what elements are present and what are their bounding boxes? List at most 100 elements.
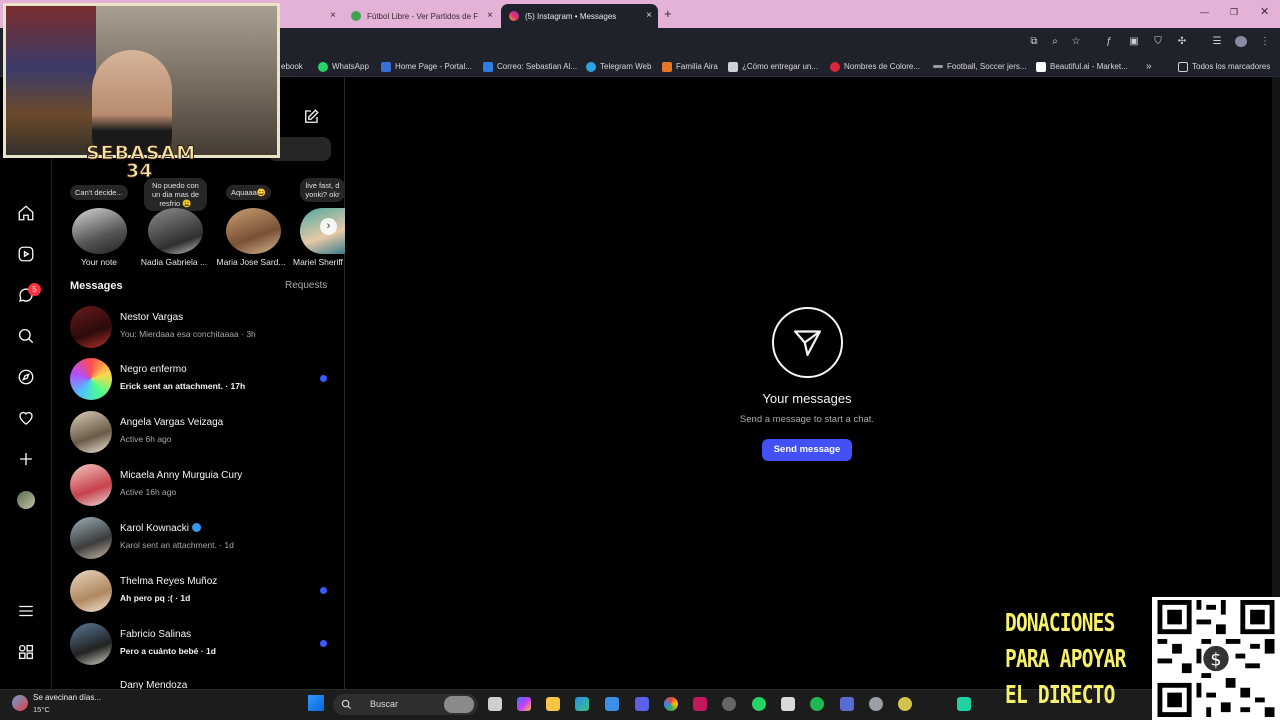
shield-icon[interactable]: ⛉ [1152, 36, 1164, 47]
requests-link[interactable]: Requests [285, 280, 327, 291]
explore-icon[interactable] [17, 368, 35, 386]
close-tab-icon[interactable]: × [646, 10, 652, 21]
tab-label: (5) Instagram • Messages [525, 11, 617, 21]
close-tab-icon[interactable]: × [487, 10, 493, 21]
bookshelf-image [6, 6, 96, 155]
search-icon [341, 699, 352, 710]
bookmark-item[interactable]: Football, Soccer jers... [933, 60, 1027, 73]
browser-tab-instagram[interactable]: (5) Instagram • Messages × [501, 4, 658, 28]
all-bookmarks[interactable]: Todos los marcadores [1178, 60, 1270, 73]
note-avatar[interactable] [72, 208, 127, 254]
folder-icon [1178, 61, 1188, 72]
maximize-icon[interactable]: ❐ [1230, 7, 1238, 18]
whatsapp-icon [318, 61, 328, 72]
doc-icon [728, 61, 738, 72]
profile-avatar[interactable] [17, 491, 35, 509]
extension-f-icon[interactable]: ƒ [1103, 36, 1115, 47]
conversation-preview: You: Mierdaaa esa conchitaaaa · 3h [120, 329, 256, 339]
portal-icon [381, 61, 391, 72]
send-circle [772, 307, 843, 378]
minimize-icon[interactable]: — [1200, 7, 1209, 17]
avatar [70, 358, 112, 400]
note-avatar[interactable] [226, 208, 281, 254]
bookmark-item[interactable]: Correo: Sebastian Al... [483, 60, 577, 73]
new-message-icon[interactable] [302, 108, 320, 126]
zoom-icon[interactable]: ⌕ [1049, 36, 1061, 47]
conversation-name: Angela Vargas Veizaga [120, 417, 224, 428]
profile-avatar-icon[interactable] [1235, 36, 1247, 47]
app-icon[interactable] [957, 697, 971, 711]
conversation-preview: Karol sent an attachment. · 1d [120, 540, 234, 550]
bookmark-star-icon[interactable]: ☆ [1070, 36, 1082, 47]
conversation-item[interactable]: Dany Mendoza [70, 676, 340, 689]
conversation-item[interactable]: Angela Vargas Veizaga Active 6h ago [70, 411, 340, 457]
home-icon[interactable] [17, 204, 35, 222]
donation-banner: DONACIONES PARA APOYAR EL DIRECTO [1005, 605, 1126, 713]
whatsapp-icon[interactable] [752, 697, 766, 711]
notification-badge: 5 [28, 283, 41, 296]
app-icon[interactable] [693, 697, 707, 711]
browser-tab-futbol[interactable]: Fútbol Libre - Ver Partidos de F × [343, 4, 499, 28]
extension-box-icon[interactable]: ▣ [1128, 36, 1140, 47]
install-app-icon[interactable]: ⧉ [1028, 36, 1040, 47]
conversation-item[interactable]: Negro enfermo Erick sent an attachment. … [70, 358, 340, 404]
note-name: Your note [80, 257, 118, 267]
conversation-item[interactable]: Karol Kownacki Karol sent an attachment.… [70, 517, 340, 563]
store-icon[interactable] [605, 697, 619, 711]
weather-icon[interactable] [12, 695, 28, 711]
sidebar-icon[interactable]: ☰ [1211, 36, 1223, 47]
app-icon[interactable] [898, 697, 912, 711]
close-window-icon[interactable]: ✕ [1260, 5, 1269, 18]
menu-kebab-icon[interactable]: ⋮ [1259, 36, 1271, 47]
bookmark-item[interactable]: Home Page - Portal... [381, 60, 472, 73]
browser-tab-partial[interactable]: × [280, 4, 342, 28]
threads-apps-icon[interactable] [17, 643, 35, 661]
taskbar-search[interactable]: Buscar [333, 694, 478, 715]
bookmark-item[interactable]: ¿Cómo entregar un... [728, 60, 818, 73]
donation-line: PARA APOYAR [1005, 644, 1126, 673]
note-avatar[interactable] [148, 208, 203, 254]
speedometer-icon[interactable] [869, 697, 883, 711]
conversation-item[interactable]: Fabricio Salinas Pero a cuánto bebé · 1d [70, 623, 340, 669]
puzzle-icon[interactable]: ✣ [1176, 36, 1188, 47]
file-explorer-icon[interactable] [546, 697, 560, 711]
copilot-icon[interactable] [517, 697, 531, 711]
settings-icon[interactable] [722, 697, 736, 711]
start-windows-icon[interactable] [308, 695, 324, 711]
heart-icon[interactable] [17, 409, 35, 427]
create-plus-icon[interactable] [17, 450, 35, 468]
bookmark-item[interactable]: Telegram Web [586, 60, 651, 73]
chat-area [345, 77, 1272, 689]
conversation-item[interactable]: Micaela Anny Murguia Cury Active 16h ago [70, 464, 340, 510]
new-tab-button[interactable]: + [664, 6, 672, 21]
bookmark-item[interactable]: Familia Aira [662, 60, 718, 73]
close-tab-icon[interactable]: × [330, 10, 336, 21]
discord-icon[interactable] [635, 697, 649, 711]
spotify-icon[interactable] [810, 697, 824, 711]
dash-icon [933, 65, 943, 68]
reels-icon[interactable] [17, 245, 35, 263]
bookmark-item[interactable]: Beautiful.ai - Market... [1036, 60, 1128, 73]
send-message-button[interactable]: Send message [762, 439, 852, 461]
conversation-name: Nestor Vargas [120, 312, 184, 323]
conversation-preview: Active 16h ago [120, 487, 177, 497]
bookmark-item[interactable]: Nombres de Colore... [830, 60, 920, 73]
app-icon[interactable] [840, 697, 854, 711]
bookmarks-overflow-icon[interactable]: » [1146, 60, 1152, 73]
conversation-item[interactable]: Nestor Vargas You: Mierdaaa esa conchita… [70, 306, 340, 352]
scrollbar[interactable] [1272, 77, 1280, 597]
notes-next-chevron-icon[interactable]: › [320, 218, 337, 235]
search-icon[interactable] [17, 327, 35, 345]
app-icon[interactable] [781, 697, 795, 711]
conversation-name: Thelma Reyes Muñoz [120, 576, 218, 587]
edge-icon[interactable] [575, 697, 589, 711]
conversation-item[interactable]: Thelma Reyes Muñoz Ah pero pq :( · 1d [70, 570, 340, 616]
bookmark-item[interactable]: ebook [281, 60, 303, 73]
chrome-icon[interactable] [664, 697, 678, 711]
more-menu-icon[interactable] [17, 602, 35, 620]
note-bubble: live fast, d yonki? okr [300, 178, 345, 202]
bookmark-item[interactable]: WhatsApp [318, 60, 369, 73]
conversation-preview: Ah pero pq :( · 1d [120, 593, 191, 603]
donation-qr-code: $ [1152, 597, 1280, 720]
task-view-icon[interactable] [488, 697, 502, 711]
